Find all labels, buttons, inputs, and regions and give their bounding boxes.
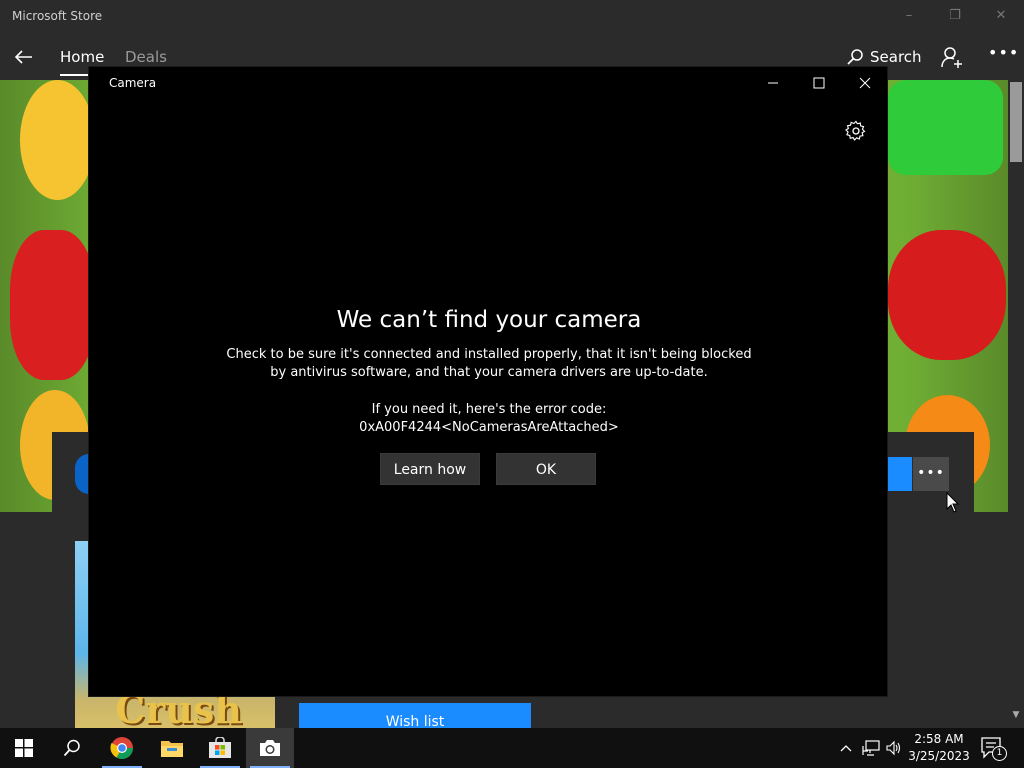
store-minimize-button[interactable]: –	[897, 6, 921, 26]
minimize-button[interactable]	[750, 71, 796, 95]
tab-home[interactable]: Home	[60, 48, 104, 66]
chevron-up-icon	[840, 745, 852, 752]
search-label: Search	[870, 48, 922, 66]
taskbar-store[interactable]	[196, 728, 244, 768]
store-scrollbar[interactable]	[1008, 80, 1024, 728]
taskbar-camera[interactable]	[246, 728, 294, 768]
maximize-button[interactable]	[796, 71, 842, 95]
store-close-button[interactable]: ✕	[989, 6, 1013, 26]
volume-icon	[886, 740, 901, 756]
system-clock[interactable]: 2:58 AM 3/25/2023	[904, 731, 974, 765]
volume-button[interactable]	[884, 728, 904, 768]
notification-count-badge: 1	[992, 746, 1007, 761]
back-arrow-icon[interactable]	[10, 43, 38, 71]
store-restore-button[interactable]: ❐	[943, 6, 967, 26]
search-button[interactable]: Search	[846, 46, 922, 68]
account-add-icon[interactable]	[940, 45, 964, 69]
mouse-cursor-icon	[946, 492, 960, 513]
candy-yellow	[20, 80, 95, 200]
taskbar: 2:58 AM 3/25/2023 1	[0, 728, 1024, 768]
get-button[interactable]	[888, 457, 912, 491]
ok-button[interactable]: OK	[496, 453, 596, 485]
taskbar-file-explorer[interactable]	[148, 728, 196, 768]
error-description-line-2: by antivirus software, and that your cam…	[270, 365, 708, 380]
camera-window: Camera We can’t find your camera Check t…	[88, 66, 888, 697]
candy-green	[888, 80, 1003, 175]
tab-deals[interactable]: Deals	[125, 48, 167, 66]
gear-icon[interactable]	[845, 120, 867, 142]
search-icon	[63, 739, 80, 757]
clock-time: 2:58 AM	[914, 732, 964, 746]
minimize-icon	[768, 82, 778, 84]
candy-red-right	[888, 230, 1006, 360]
store-titlebar: Microsoft Store – ❐ ✕	[0, 0, 1024, 33]
store-icon	[209, 737, 231, 758]
network-button[interactable]	[860, 728, 882, 768]
network-icon	[862, 740, 880, 756]
card-more-button[interactable]: •••	[913, 457, 949, 491]
error-title: We can’t find your camera	[336, 307, 642, 333]
taskbar-chrome[interactable]	[98, 728, 146, 768]
more-options-icon[interactable]: •••	[988, 43, 1018, 67]
file-explorer-icon	[161, 741, 183, 757]
close-button[interactable]	[842, 71, 888, 95]
start-icon	[15, 739, 33, 757]
product-logo-edge	[75, 454, 89, 494]
candy-red	[10, 230, 95, 380]
scroll-down-arrow-icon[interactable]: ▼	[1010, 710, 1022, 724]
camera-window-title: Camera	[109, 76, 157, 90]
search-icon	[847, 49, 863, 65]
taskbar-search-button[interactable]	[48, 728, 96, 768]
clock-date: 3/25/2023	[908, 749, 970, 763]
camera-icon	[260, 740, 280, 756]
close-icon	[859, 77, 871, 89]
chrome-icon	[110, 737, 133, 759]
start-button[interactable]	[0, 728, 48, 768]
learn-how-button[interactable]: Learn how	[380, 453, 480, 485]
maximize-icon	[813, 77, 825, 89]
error-code: 0xA00F4244<NoCamerasAreAttached>	[359, 420, 619, 435]
wishlist-button[interactable]: Wish list	[299, 703, 531, 728]
error-code-label: If you need it, here's the error code:	[371, 402, 607, 417]
error-description-line-1: Check to be sure it's connected and inst…	[226, 347, 752, 362]
store-window-title: Microsoft Store	[12, 9, 103, 23]
scrollbar-thumb[interactable]	[1010, 82, 1022, 162]
show-hidden-icons-button[interactable]	[836, 728, 856, 768]
